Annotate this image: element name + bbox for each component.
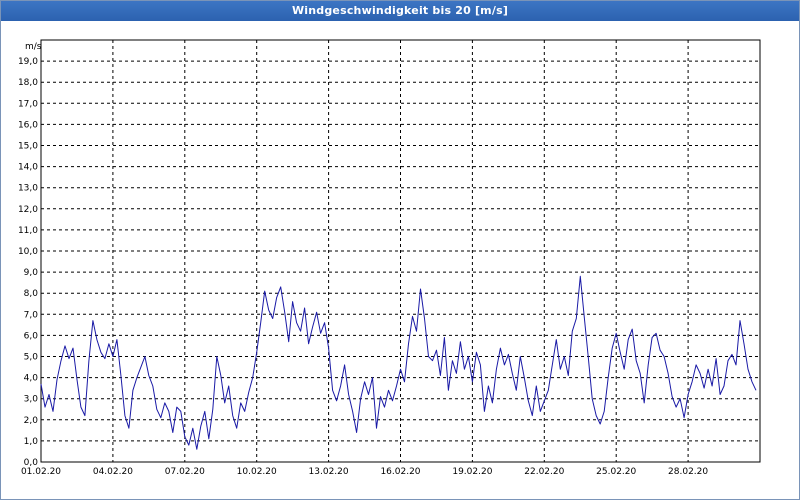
y-tick-label: 10,0 xyxy=(18,247,38,257)
x-tick-label: 07.02.20 xyxy=(165,467,205,477)
window-title: Windgeschwindigkeit bis 20 [m/s] xyxy=(1,1,799,21)
x-tick-label: 28.02.20 xyxy=(668,467,708,477)
x-tick-label: 13.02.20 xyxy=(309,467,349,477)
y-tick-label: 5,0 xyxy=(24,353,39,363)
chart-window: Windgeschwindigkeit bis 20 [m/s] m/s 0,0… xyxy=(0,0,800,500)
y-tick-label: 17,0 xyxy=(18,99,38,109)
y-tick-label: 3,0 xyxy=(24,395,39,405)
x-tick-label: 22.02.20 xyxy=(524,467,564,477)
wind-speed-chart: m/s 0,01,02,03,04,05,06,07,08,09,010,011… xyxy=(18,39,761,477)
y-tick-label: 12,0 xyxy=(18,205,38,215)
x-tick-labels: 01.02.20 04.02.20 07.02.20 10.02.20 13.02.20… xyxy=(21,467,708,477)
x-tick-label: 25.02.20 xyxy=(596,467,636,477)
plot-area: m/s 0,0 1,0 2,0 3,0 4,0 5,0 6,0 7,0 8,0 9,0 10,0 11… xyxy=(1,22,799,499)
y-tick-label: 7,0 xyxy=(24,310,39,320)
y-tick-label: 2,0 xyxy=(24,416,39,426)
y-tick-label: 8,0 xyxy=(24,289,39,299)
grid-lines xyxy=(41,40,760,462)
y-tick-label: 1,0 xyxy=(24,437,39,447)
y-tick-label: 11,0 xyxy=(18,226,38,236)
y-tick-label: 15,0 xyxy=(18,142,38,152)
x-tick-label: 16.02.20 xyxy=(380,467,420,477)
y-tick-label: 16,0 xyxy=(18,120,38,130)
x-tick-label: 19.02.20 xyxy=(452,467,492,477)
y-tick-label: 18,0 xyxy=(18,78,38,88)
x-tick-label: 01.02.20 xyxy=(21,467,61,477)
y-tick-label: 19,0 xyxy=(18,57,38,67)
y-tick-label: 9,0 xyxy=(24,268,39,278)
x-tick-label: 04.02.20 xyxy=(93,467,133,477)
y-tick-label: 4,0 xyxy=(24,374,39,384)
wind-speed-line xyxy=(40,275,757,450)
x-tick-label: 10.02.20 xyxy=(237,467,277,477)
y-tick-label: 13,0 xyxy=(18,184,38,194)
y-tick-label: 6,0 xyxy=(24,331,39,341)
y-axis-unit: m/s xyxy=(25,42,42,52)
y-tick-label: 14,0 xyxy=(18,163,38,173)
y-tick-labels: 0,01,02,03,04,05,06,07,08,09,010,011,012… xyxy=(18,57,38,468)
